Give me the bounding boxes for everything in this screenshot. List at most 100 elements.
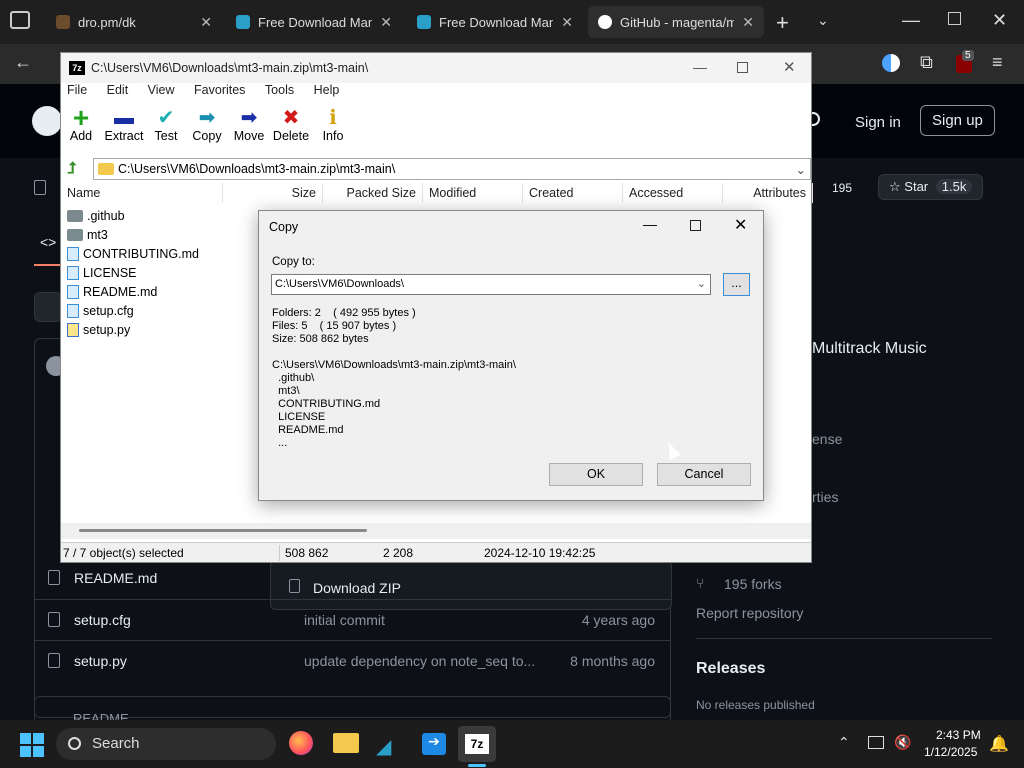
file-name[interactable]: setup.cfg <box>74 612 131 628</box>
up-folder-icon[interactable]: ⮥ <box>67 160 76 178</box>
close-tab-icon[interactable]: ✕ <box>200 14 212 31</box>
new-tab-icon[interactable]: + <box>776 10 789 36</box>
sidebar-divider <box>696 638 992 639</box>
clock-time[interactable]: 2:43 PM <box>936 728 981 742</box>
notification-bell-icon[interactable]: 🔔 <box>989 734 1009 754</box>
info-button[interactable]: ℹ Info <box>308 107 358 149</box>
close-icon[interactable]: ✕ <box>783 58 796 76</box>
maximize-icon[interactable] <box>948 12 961 25</box>
file-explorer-icon[interactable] <box>333 733 359 753</box>
minimize-icon[interactable]: — <box>902 10 920 31</box>
about-license[interactable]: ense <box>812 431 842 447</box>
sign-in-link[interactable]: Sign in <box>855 114 901 131</box>
horizontal-scrollbar[interactable] <box>61 523 811 539</box>
no-releases-text: No releases published <box>696 698 815 712</box>
item-name: setup.cfg <box>83 303 134 318</box>
column-name[interactable]: Name <box>61 183 223 203</box>
menu-edit[interactable]: Edit <box>107 83 129 97</box>
tab-overview-icon[interactable] <box>10 11 30 29</box>
column-created[interactable]: Created <box>523 183 623 203</box>
branch-button[interactable] <box>34 292 62 322</box>
list-item[interactable]: setup.cfg <box>67 301 134 320</box>
releases-heading[interactable]: Releases <box>696 660 765 678</box>
column-size[interactable]: Size <box>223 183 323 203</box>
menu-tools[interactable]: Tools <box>265 83 294 97</box>
copy-dialog: Copy — ✕ Copy to: C:\Users\VM6\Downloads… <box>258 210 764 501</box>
close-icon[interactable]: ✕ <box>734 215 747 235</box>
browser-tab[interactable]: Free Download Manag ✕ <box>226 6 402 38</box>
menu-icon[interactable]: ≡ <box>992 52 1003 73</box>
size-info: Size: 508 862 bytes <box>272 333 369 345</box>
contrast-extension-icon[interactable] <box>882 54 900 72</box>
browser-tab[interactable]: Free Download Manag ✕ <box>407 6 583 38</box>
list-item[interactable]: .github <box>67 206 125 225</box>
list-item[interactable]: README.md <box>67 282 157 301</box>
address-bar[interactable]: C:\Users\VM6\Downloads\mt3-main.zip\mt3-… <box>93 158 811 180</box>
minimize-icon[interactable]: — <box>693 59 707 75</box>
sign-up-button[interactable]: Sign up <box>920 105 995 136</box>
file-icon <box>48 570 60 585</box>
firefox-icon[interactable] <box>289 731 313 755</box>
browse-button[interactable]: ... <box>723 273 750 296</box>
back-icon[interactable]: ← <box>14 52 32 73</box>
windows-start-icon[interactable] <box>20 733 44 757</box>
address-dropdown-icon[interactable]: ⌄ <box>796 160 806 180</box>
table-row[interactable]: README.md <box>34 558 671 599</box>
close-tab-icon[interactable]: ✕ <box>561 14 573 31</box>
menu-view[interactable]: View <box>148 83 175 97</box>
menu-favorites[interactable]: Favorites <box>194 83 245 97</box>
tab-list-chevron-icon[interactable]: ⌄ <box>817 12 829 29</box>
cancel-button[interactable]: Cancel <box>657 463 751 486</box>
file-icon <box>48 653 60 668</box>
ok-button[interactable]: OK <box>549 463 643 486</box>
taskbar-search-box[interactable]: Search <box>56 728 276 760</box>
extensions-icon[interactable]: ⧉ <box>920 52 933 73</box>
status-packed: 2 208 <box>383 546 414 560</box>
menu-file[interactable]: File <box>67 83 87 97</box>
star-button[interactable]: ☆ Star 1.5k <box>878 174 984 200</box>
scrollbar-thumb[interactable] <box>79 529 367 532</box>
table-row[interactable]: setup.cfg initial commit 4 years ago <box>34 599 671 640</box>
about-properties[interactable]: rties <box>812 489 838 505</box>
status-selected: 7 / 7 object(s) selected <box>63 546 184 560</box>
column-modified[interactable]: Modified <box>423 183 523 203</box>
column-packed-size[interactable]: Packed Size <box>323 183 423 203</box>
download-manager-icon[interactable]: ➔ <box>422 733 446 755</box>
fork-count: 195 <box>832 181 853 195</box>
code-icon[interactable]: <> <box>40 234 56 250</box>
forks-link[interactable]: 195 forks <box>724 576 782 592</box>
report-repository-link[interactable]: Report repository <box>696 605 803 621</box>
list-item[interactable]: mt3 <box>67 225 108 244</box>
app-icon[interactable]: ◢ <box>376 734 391 759</box>
browser-tab[interactable]: dro.pm/dk ✕ <box>46 6 222 38</box>
volume-muted-icon[interactable]: 🔇 <box>894 734 911 751</box>
python-file-icon <box>67 322 79 337</box>
menu-help[interactable]: Help <box>314 83 340 97</box>
list-item[interactable]: LICENSE <box>67 263 137 282</box>
7zip-title-bar: 7z C:\Users\VM6\Downloads\mt3-main.zip\m… <box>61 53 811 83</box>
network-icon[interactable] <box>868 736 884 749</box>
browser-tab-active[interactable]: GitHub - magenta/mt3 ✕ <box>588 6 764 38</box>
file-name[interactable]: README.md <box>74 570 157 586</box>
list-item[interactable]: CONTRIBUTING.md <box>67 244 199 263</box>
list-item[interactable]: setup.py <box>67 320 130 339</box>
column-attributes[interactable]: Attributes <box>723 183 813 203</box>
maximize-icon[interactable] <box>690 220 701 231</box>
file-name[interactable]: setup.py <box>74 653 127 669</box>
chevron-up-icon[interactable]: ⌃ <box>838 734 850 751</box>
fork-icon: ⑂ <box>696 575 705 591</box>
status-divider <box>279 545 280 561</box>
close-tab-icon[interactable]: ✕ <box>380 14 392 31</box>
column-accessed[interactable]: Accessed <box>623 183 723 203</box>
clock-date[interactable]: 1/12/2025 <box>924 745 977 759</box>
close-window-icon[interactable]: ✕ <box>992 10 1007 31</box>
table-row[interactable]: setup.py update dependency on note_seq t… <box>34 640 671 681</box>
chevron-down-icon[interactable]: ⌄ <box>697 275 706 294</box>
commit-message[interactable]: initial commit <box>304 612 385 628</box>
minimize-icon[interactable]: — <box>643 216 657 232</box>
close-tab-icon[interactable]: ✕ <box>742 14 754 31</box>
copy-to-path-combo[interactable]: C:\Users\VM6\Downloads\ ⌄ <box>271 274 711 295</box>
commit-message[interactable]: update dependency on note_seq to... <box>304 653 535 669</box>
maximize-icon[interactable] <box>737 62 748 73</box>
7zip-taskbar-icon[interactable]: 7z <box>458 726 496 762</box>
